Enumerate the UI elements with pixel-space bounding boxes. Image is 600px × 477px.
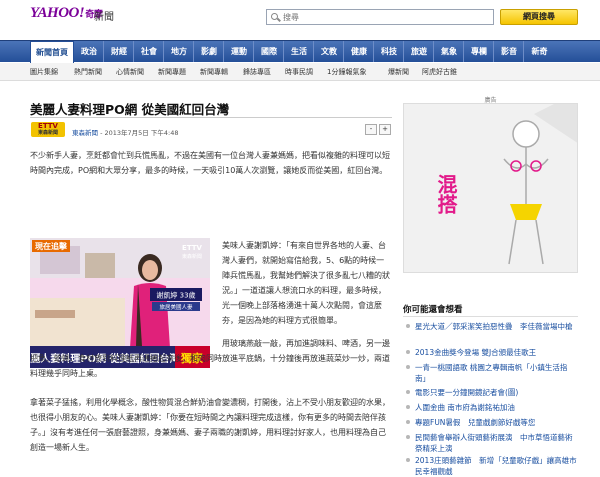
yahoo-logo[interactable]: YAHOO!奇摩 — [30, 5, 103, 22]
publish-date: 2013年7月5日 下午4:48 — [104, 129, 179, 137]
nav-item[interactable]: 財經 — [105, 41, 134, 62]
font-increase-button[interactable]: + — [379, 124, 391, 135]
source-logo-top: ETTV — [38, 122, 58, 130]
logo-text: YAHOO! — [30, 5, 85, 21]
nav-item[interactable]: 旅遊 — [405, 41, 434, 62]
subnav-item[interactable]: 爆新聞 — [388, 67, 409, 77]
photo-channel-sub: 東森新聞 — [182, 253, 202, 260]
nav-item[interactable]: 新奇 — [525, 41, 554, 62]
subnav-item[interactable]: 新聞專題 — [158, 67, 186, 77]
related-link[interactable]: 人圍金曲 南市府為謝銘祐加油 — [406, 402, 578, 413]
nav-item[interactable]: 地方 — [165, 41, 194, 62]
photo-nameplate-sub: 旅居美國人妻 — [159, 303, 193, 311]
paragraph-2: 美味人妻謝凱婷：「有來自世界各地的人妻、台灣人妻們，就開始寫信給我，5、6點的時… — [222, 241, 390, 325]
related-heading: 你可能還會想看 — [403, 305, 463, 315]
header: YAHOO!奇摩 新聞 網頁搜尋 — [0, 0, 600, 34]
subnav-item[interactable]: 阿虎好古錐 — [422, 67, 457, 77]
paragraph-4: 拿著菜子猛搖，利用化學概念，酸性物質混合鮮奶油會變濃稠，打開後，沾上不受小朋友歡… — [30, 398, 390, 452]
related-link[interactable]: 2013庄頭藝雜節 新增「兒童歌仔戲」讓高雄市民幸福觀戲 — [406, 455, 578, 477]
nav-item[interactable]: 氣象 — [435, 41, 464, 62]
nav-item[interactable]: 文教 — [315, 41, 344, 62]
related-link[interactable]: 2013金曲獎今登場 雙J合頒最佳歌王 — [406, 347, 578, 358]
divider — [30, 117, 392, 118]
related-link[interactable]: 電影只要一分鐘開鏡記者會(圖) — [406, 387, 578, 398]
nav-item[interactable]: 專欄 — [465, 41, 494, 62]
section-title[interactable]: 新聞 — [94, 8, 114, 23]
article-title: 美麗人妻料理PO網 從美國紅回台灣 — [30, 102, 230, 117]
subnav-item[interactable]: 心情新聞 — [116, 67, 144, 77]
search-input[interactable] — [283, 11, 483, 23]
photo-nameplate: 謝凱婷 33歲 — [156, 291, 195, 300]
nav-item[interactable]: 健康 — [345, 41, 374, 62]
subnav-item[interactable]: 鋒誌專區 — [243, 67, 271, 77]
nav-item[interactable]: 運動 — [225, 41, 254, 62]
photo-corner-tag: 現在追擊 — [35, 241, 68, 251]
nav-item[interactable]: 影劇 — [195, 41, 224, 62]
paragraph-3: 用玻璃燕敲一敲，再加進調味料、啤酒，另一邊把魚、蛤蜊、食材放到料理紙再通捲起來後… — [30, 339, 390, 378]
nav-item[interactable]: 國際 — [255, 41, 284, 62]
source-logo: ETTV 東森新聞 — [31, 122, 65, 137]
sub-nav: 圖片集錦 熱門新聞 心情新聞 新聞專題 新聞專輯 鋒誌專區 時事民調 1分鐘報氣… — [0, 63, 600, 81]
nav-item[interactable]: 社會 — [135, 41, 164, 62]
subnav-item[interactable]: 時事民調 — [285, 67, 313, 77]
advertisement[interactable]: 混搭 — [403, 103, 578, 273]
related-link[interactable]: 一青一桃國語歌 桃園之專輯南帆「小鎮生活指南」 — [406, 362, 578, 384]
search-box[interactable] — [266, 9, 494, 25]
nav-item[interactable]: 新聞首頁 — [30, 41, 74, 63]
subnav-item[interactable]: 新聞專輯 — [200, 67, 228, 77]
photo-channel-logo: ETTV — [182, 244, 202, 252]
main-nav: 新聞首頁 政治 財經 社會 地方 影劇 運動 國際 生活 文教 健康 科技 旅遊… — [0, 40, 600, 63]
subnav-item[interactable]: 1分鐘報氣象 — [327, 67, 366, 77]
web-search-button[interactable]: 網頁搜尋 — [500, 9, 578, 25]
source-link[interactable]: 東森新聞 — [72, 129, 98, 137]
ad-illustration: 混搭 — [404, 104, 577, 272]
nav-item[interactable]: 影音 — [495, 41, 524, 62]
search-icon — [271, 13, 278, 20]
nav-item[interactable]: 政治 — [75, 41, 104, 62]
nav-item[interactable]: 生活 — [285, 41, 314, 62]
related-link[interactable]: 民間藝會舉辦人街頭藝術展演 中市草悟道藝術祭精采上演 — [406, 432, 578, 454]
nav-item[interactable]: 科技 — [375, 41, 404, 62]
subnav-item[interactable]: 圖片集錦 — [30, 67, 58, 77]
byline: 東森新聞 - 2013年7月5日 下午4:48 — [72, 129, 179, 137]
source-logo-bottom: 東森新聞 — [37, 130, 58, 136]
related-link[interactable]: 專題FUN暑假 兒童戲劇節好戲等您 — [406, 417, 578, 428]
related-link[interactable]: 星光大道／郭采潔笑拍惡性疊 李佳薇當場中槍 — [406, 321, 578, 332]
paragraph-1: 不少新手人妻，烹飪都會忙到兵慌馬亂，不過在美國有一位台灣人妻兼媽媽，把看似複雜的… — [30, 151, 390, 175]
divider — [403, 316, 578, 317]
subnav-item[interactable]: 熱門新聞 — [74, 67, 102, 77]
ad-text: 混搭 — [434, 174, 458, 215]
font-decrease-button[interactable]: - — [365, 124, 377, 135]
